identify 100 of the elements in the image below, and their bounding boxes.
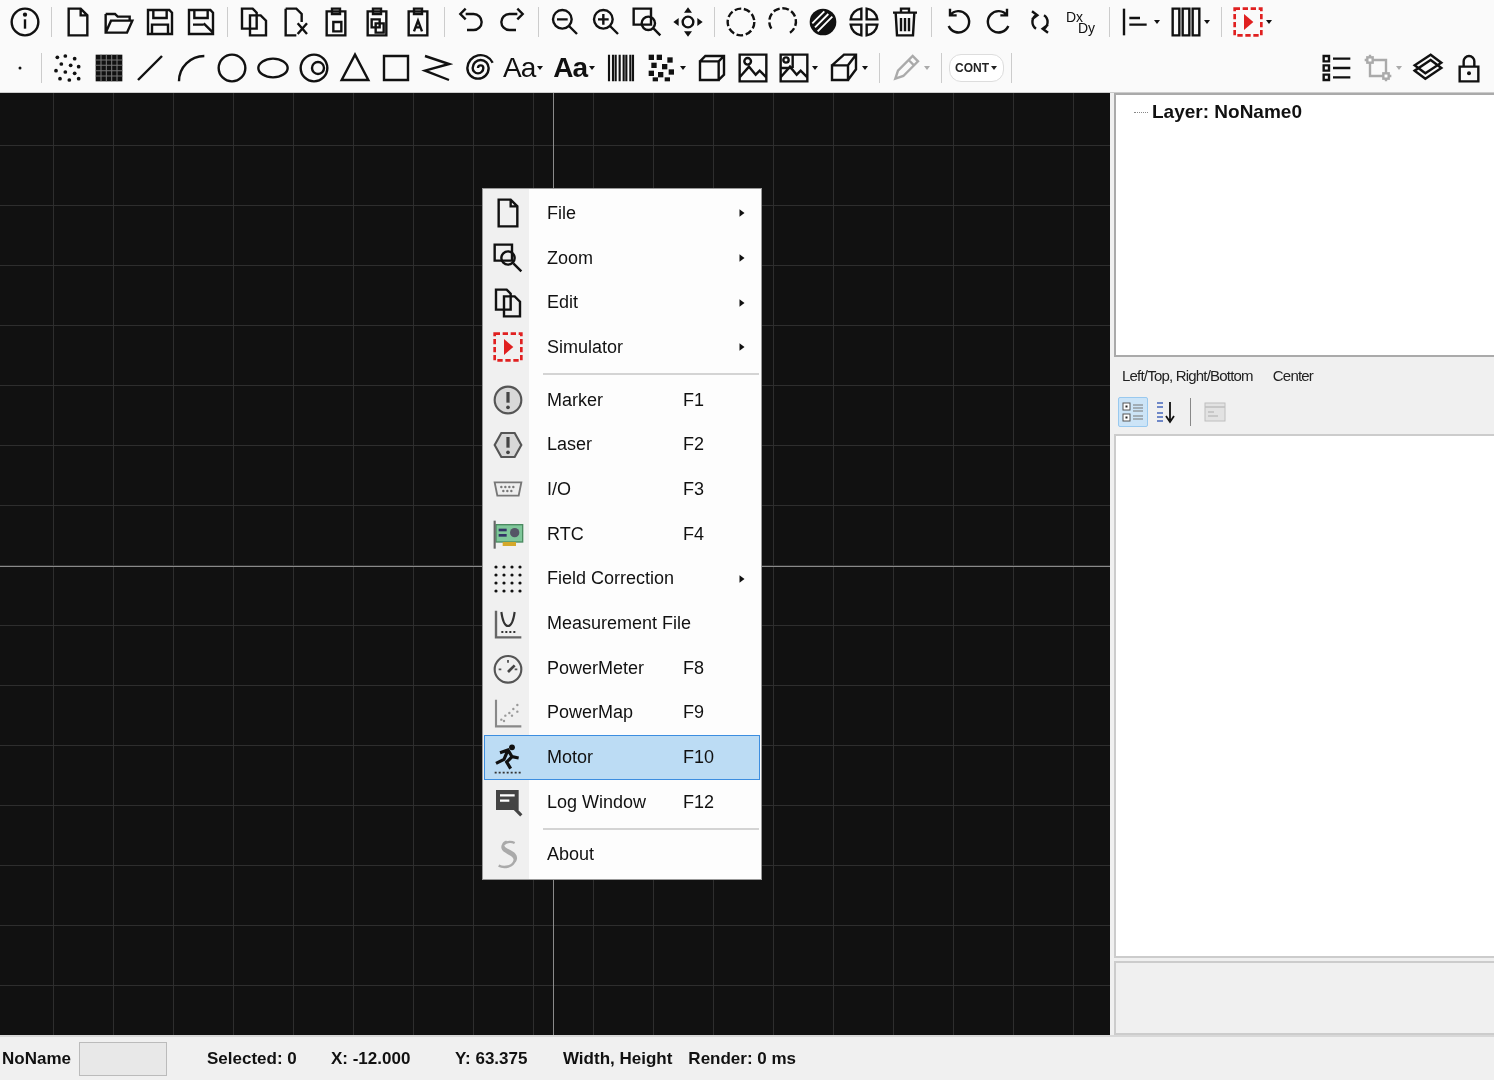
caret-icon [811, 64, 820, 72]
gauge-icon [492, 652, 524, 685]
menu-label: Motor [547, 747, 594, 769]
play-icon [1232, 6, 1264, 38]
submenu-arrow-icon [737, 208, 747, 219]
caret-icon [679, 64, 688, 72]
circle-icon [216, 52, 248, 84]
columns-icon [1170, 6, 1202, 38]
menu-label: I/O [547, 478, 572, 500]
menu-item[interactable]: Field Correction [484, 556, 760, 602]
menu-label: Laser [547, 434, 594, 456]
zigzag-icon [421, 52, 453, 84]
x-coordinate: X: -12.000 [330, 1048, 412, 1069]
size-label: Width, Height [562, 1048, 673, 1069]
layer-node[interactable]: Layer: NoName0 [1152, 101, 1302, 123]
raster-icon [93, 52, 125, 84]
menu-item[interactable]: About [484, 832, 760, 878]
offset-button[interactable]: Dx Dy [1062, 3, 1102, 41]
menu-item[interactable]: I/O F3 [484, 467, 760, 512]
menu-item[interactable]: Marker F1 [484, 377, 760, 423]
image-grid-icon [778, 52, 811, 84]
magnifier-window-icon [492, 242, 524, 275]
shortcut-label: F2 [683, 434, 704, 456]
save-icon [144, 6, 176, 38]
save-as-icon [185, 6, 217, 38]
menu-label: Marker [547, 389, 604, 411]
shortcut-label: F1 [683, 389, 704, 411]
copy-icon [238, 6, 270, 38]
list-icon [1321, 52, 1353, 84]
menu-item[interactable]: Laser F2 [484, 422, 760, 468]
property-page-icon [1203, 400, 1227, 424]
y-coordinate: Y: 63.375 [454, 1048, 529, 1069]
hatch-icon [807, 6, 839, 38]
selected-count: Selected: 0 [206, 1048, 298, 1069]
menu-item[interactable]: Motor F10 [484, 735, 760, 780]
menu-label: About [547, 844, 596, 866]
shortcut-label: F3 [683, 478, 704, 500]
triangle-icon [339, 52, 371, 84]
category-list-icon [1121, 400, 1145, 424]
menu-label: File [547, 202, 577, 224]
menu-label: Field Correction [547, 568, 676, 590]
exclamation-circle-icon [492, 384, 524, 417]
runner-icon [492, 741, 524, 774]
target-icon [298, 52, 330, 84]
property-tab[interactable]: Center [1272, 367, 1314, 387]
arc-icon [175, 52, 207, 84]
menu-item[interactable]: RTC F4 [484, 511, 760, 557]
shortcut-label: F9 [683, 702, 704, 724]
shortcut-label: F10 [683, 747, 715, 769]
pencil-icon [890, 52, 923, 84]
menu-item[interactable]: Measurement File [484, 601, 760, 646]
menu-label: Zoom [547, 247, 594, 269]
shortcut-label: F12 [683, 791, 715, 813]
rectangle-icon [380, 52, 412, 84]
menu-item[interactable]: Zoom [484, 235, 760, 281]
submenu-arrow-icon [737, 297, 747, 308]
document-name: NoName [2, 1048, 71, 1069]
caret-icon [1265, 18, 1273, 26]
menu-item[interactable]: PowerMap F9 [484, 690, 760, 736]
submenu-arrow-icon [737, 342, 747, 353]
quadrants-icon [848, 6, 880, 38]
caret-icon [1153, 18, 1161, 26]
menu-item[interactable]: Simulator [484, 325, 760, 370]
render-time: Render: 0 ms [688, 1048, 797, 1069]
caret-icon [536, 64, 545, 72]
crop-icon [1362, 52, 1394, 84]
submenu-arrow-icon [737, 573, 747, 584]
caret-icon [588, 64, 597, 72]
mode-dropdown[interactable]: CONT [949, 54, 1005, 82]
grid-canvas[interactable]: File Zoom Edit Simulator Marker F1 Laser F2 I/O F3 RTC F4 Field Correction Measurement File PowerMeter F8 PowerMap F9 Motor F10 Log Window F12 About [0, 93, 1110, 1035]
dashed-circle-icon [725, 6, 757, 38]
menu-label: Measurement File [547, 613, 693, 635]
info-icon [9, 6, 41, 38]
dot-icon [17, 65, 23, 71]
move-icon [672, 6, 704, 38]
menu-label: Edit [547, 292, 580, 314]
play-icon [492, 331, 524, 364]
property-tab[interactable]: Left/Top, Right/Bottom [1122, 367, 1253, 387]
caret-icon [1203, 18, 1211, 26]
shortcut-label: F8 [683, 657, 704, 679]
caret-icon [923, 64, 932, 72]
menu-label: Log Window [547, 791, 648, 813]
circuit-card-icon [492, 518, 524, 551]
menu-item[interactable]: PowerMeter F8 [484, 645, 760, 691]
image-icon [737, 52, 770, 84]
menu-item[interactable]: Edit [484, 280, 760, 326]
zoom-window-icon [631, 6, 663, 38]
menu-item[interactable]: File [484, 191, 760, 236]
caret-icon [1395, 64, 1403, 72]
submenu-arrow-icon [737, 253, 747, 264]
sort-icon [1154, 400, 1178, 424]
copy-icon [492, 286, 524, 319]
text-button[interactable]: Aa [500, 49, 548, 87]
menu-label: PowerMeter [547, 657, 646, 679]
caret-icon [861, 64, 870, 72]
menu-label: PowerMap [547, 702, 635, 724]
shortcut-label: F4 [683, 523, 704, 545]
menu-item[interactable]: Log Window F12 [484, 779, 760, 825]
text-button[interactable]: Aa [550, 49, 600, 87]
menu-label: Simulator [547, 336, 625, 358]
